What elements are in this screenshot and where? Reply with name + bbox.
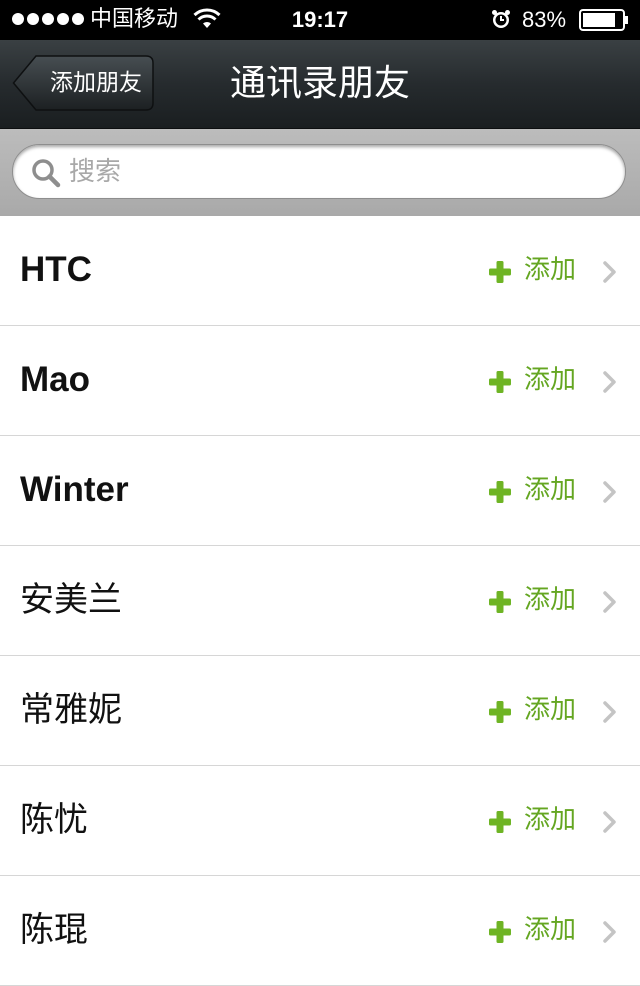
contact-name: 常雅妮 — [20, 690, 122, 730]
chevron-right-icon — [603, 921, 616, 943]
add-friend-button[interactable]: 添加 — [488, 436, 588, 545]
contact-row[interactable]: Mao 添加 — [0, 326, 640, 436]
add-label: 添加 — [524, 365, 577, 395]
contact-name: 安美兰 — [20, 580, 122, 620]
plus-icon — [489, 371, 511, 393]
plus-icon — [489, 921, 511, 943]
add-label: 添加 — [524, 585, 577, 615]
add-friend-button[interactable]: 添加 — [488, 546, 588, 655]
add-label: 添加 — [524, 255, 577, 285]
add-friend-button[interactable]: 添加 — [488, 656, 588, 765]
contact-row[interactable]: 常雅妮 添加 — [0, 656, 640, 766]
chevron-right-icon — [603, 481, 616, 503]
contact-name: HTC — [20, 250, 92, 289]
contact-name: Winter — [20, 470, 129, 509]
contact-row[interactable]: Winter 添加 — [0, 436, 640, 546]
battery-icon — [579, 9, 628, 31]
contact-row[interactable]: 陈琨 添加 — [0, 876, 640, 986]
plus-icon — [489, 591, 511, 613]
search-bar — [0, 129, 640, 216]
contact-row[interactable]: 陈忧 添加 — [0, 766, 640, 876]
add-label: 添加 — [524, 695, 577, 725]
contact-name: Mao — [20, 360, 90, 399]
plus-icon — [489, 261, 511, 283]
alarm-icon — [492, 10, 510, 28]
contact-name: 陈琨 — [20, 910, 88, 950]
page-title: 通讯录朋友 — [229, 63, 410, 104]
add-label: 添加 — [524, 805, 577, 835]
contact-row[interactable]: 安美兰 添加 — [0, 546, 640, 656]
status-bar: 中国移动 19:17 83% — [0, 0, 640, 40]
contact-list: HTC 添加 Mao 添加 Winter 添加 安美兰 添加 常雅妮 添加 陈忧 添加 陈琨 添加 — [0, 216, 640, 986]
chevron-right-icon — [603, 811, 616, 833]
plus-icon — [489, 811, 511, 833]
chevron-right-icon — [603, 701, 616, 723]
add-friend-button[interactable]: 添加 — [488, 766, 588, 875]
search-icon — [32, 159, 61, 188]
chevron-right-icon — [603, 371, 616, 393]
search-field[interactable] — [12, 144, 626, 199]
add-label: 添加 — [524, 475, 577, 505]
search-input[interactable] — [69, 151, 589, 193]
add-friend-button[interactable]: 添加 — [488, 326, 588, 435]
plus-icon — [489, 701, 511, 723]
battery-percent: 83% — [522, 7, 567, 32]
add-friend-button[interactable]: 添加 — [488, 876, 588, 985]
back-button-label: 添加朋友 — [50, 70, 142, 96]
chevron-right-icon — [603, 591, 616, 613]
add-friend-button[interactable]: 添加 — [488, 216, 588, 325]
plus-icon — [489, 481, 511, 503]
add-label: 添加 — [524, 915, 577, 945]
back-button[interactable]: 添加朋友 — [12, 55, 154, 111]
contact-name: 陈忧 — [20, 800, 88, 840]
chevron-right-icon — [603, 261, 616, 283]
contact-row[interactable]: HTC 添加 — [0, 216, 640, 326]
